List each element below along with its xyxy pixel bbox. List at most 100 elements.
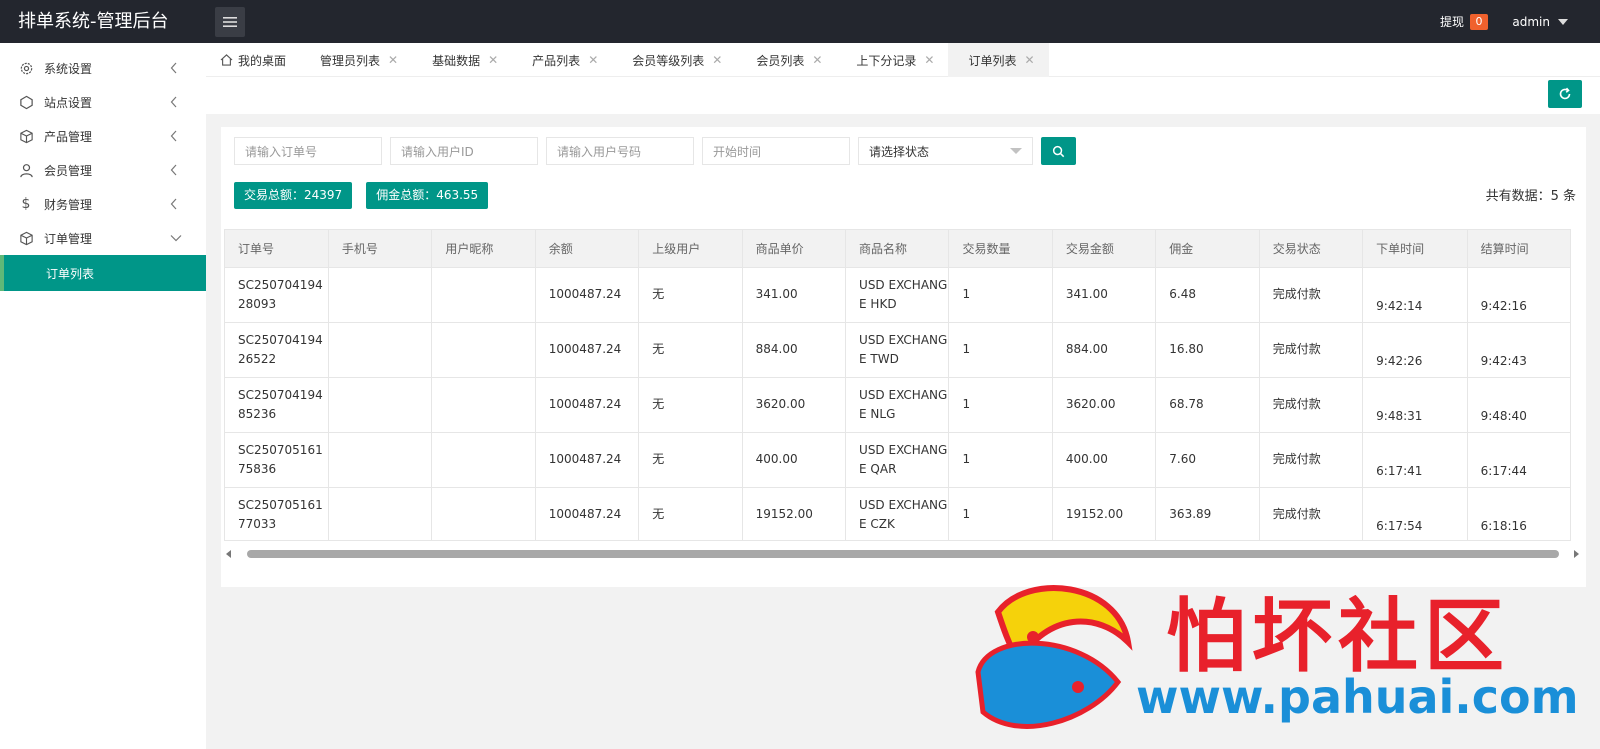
cell-amount: 341.00 [1052, 266, 1157, 322]
sidebar-item-member-management[interactable]: 会员管理 [0, 153, 206, 187]
withdraw-link[interactable]: 提现 0 [1440, 0, 1488, 43]
tab-label: 订单列表 [968, 53, 1017, 68]
table-header-row: 订单号 手机号 用户昵称 余额 上级用户 商品单价 商品名称 交易数量 交易金额… [225, 230, 1570, 267]
cell-status: 完成付款 [1259, 266, 1364, 322]
column-header: 交易数量 [948, 230, 1053, 267]
cell-parent-user: 无 [638, 321, 743, 377]
chevron-left-icon [170, 96, 177, 108]
sidebar-subitem-order-list[interactable]: 订单列表 [0, 255, 206, 291]
tab-label: 会员列表 [756, 53, 805, 68]
scrollbar-thumb[interactable] [247, 550, 1559, 558]
toolbar-row [206, 77, 1600, 114]
cell-commission: 16.80 [1155, 321, 1260, 377]
start-time-input[interactable]: 开始时间 [702, 137, 850, 165]
cell-unit-price: 341.00 [742, 266, 847, 322]
column-header: 结算时间 [1467, 230, 1570, 267]
cell-phone [328, 321, 433, 377]
column-header: 交易状态 [1259, 230, 1364, 267]
tab-member-level-list[interactable]: 会员等级列表 ✕ [612, 43, 736, 77]
cell-settle-time: 6:18:16 [1467, 486, 1570, 540]
search-button[interactable] [1041, 137, 1076, 165]
order-number-input[interactable]: 请输入订单号 [234, 137, 382, 165]
caret-down-icon [1558, 18, 1568, 25]
close-icon[interactable]: ✕ [488, 53, 498, 67]
close-icon[interactable]: ✕ [388, 53, 398, 67]
order-icon [19, 231, 33, 245]
table-row: SC25070419428093 1000487.24 无 341.00 USD… [225, 266, 1570, 322]
close-icon[interactable]: ✕ [1025, 53, 1035, 67]
column-header: 余额 [535, 230, 640, 267]
tab-product-list[interactable]: 产品列表 ✕ [512, 43, 612, 77]
refresh-button[interactable] [1548, 80, 1582, 108]
username: admin [1512, 14, 1550, 29]
tab-bar: 我的桌面 管理员列表 ✕ 基础数据 ✕ 产品列表 ✕ 会员等级列表 ✕ 会员列表… [206, 43, 1600, 77]
cell-quantity: 1 [948, 321, 1053, 377]
cell-balance: 1000487.24 [535, 431, 640, 487]
table-row: SC25070516177033 1000487.24 无 19152.00 U… [225, 486, 1570, 540]
commission-total-badge: 佣金总额：463.55 [366, 182, 489, 209]
caret-down-icon [1010, 148, 1022, 154]
cell-nickname [431, 376, 536, 432]
fish-logo-icon [975, 585, 1133, 729]
box-icon [19, 129, 33, 143]
sidebar-item-product-management[interactable]: 产品管理 [0, 119, 206, 153]
tab-label: 产品列表 [532, 53, 581, 68]
tab-balance-records[interactable]: 上下分记录 ✕ [836, 43, 948, 77]
trade-total-badge: 交易总额：24397 [234, 182, 353, 209]
close-icon[interactable]: ✕ [924, 53, 934, 67]
close-icon[interactable]: ✕ [812, 53, 822, 67]
cell-balance: 1000487.24 [535, 266, 640, 322]
home-icon [220, 54, 233, 66]
filter-bar: 请输入订单号 请输入用户ID 请输入用户号码 开始时间 请选择状态 [234, 137, 1076, 165]
chevron-left-icon [170, 164, 177, 176]
user-icon [19, 163, 33, 177]
tab-admin-list[interactable]: 管理员列表 ✕ [300, 43, 412, 77]
sidebar-item-site-settings[interactable]: 站点设置 [0, 85, 206, 119]
cell-status: 完成付款 [1259, 321, 1364, 377]
cell-balance: 1000487.24 [535, 376, 640, 432]
scroll-right-icon[interactable] [1574, 550, 1579, 558]
totals-bar: 交易总额：24397 佣金总额：463.55 [234, 182, 489, 209]
column-header: 商品名称 [845, 230, 950, 267]
tab-basic-data[interactable]: 基础数据 ✕ [412, 43, 512, 77]
sidebar-item-label: 财务管理 [44, 197, 93, 212]
column-header: 商品单价 [742, 230, 847, 267]
menu-toggle-button[interactable] [215, 7, 245, 37]
tab-my-desktop[interactable]: 我的桌面 [206, 43, 300, 77]
user-phone-input[interactable]: 请输入用户号码 [546, 137, 694, 165]
cell-order-time: 6:17:54 [1362, 486, 1468, 540]
cell-balance: 1000487.24 [535, 486, 640, 540]
cell-nickname [431, 321, 536, 377]
cell-unit-price: 400.00 [742, 431, 847, 487]
cell-order-no: SC25070516177033 [225, 486, 329, 540]
column-header: 佣金 [1155, 230, 1260, 267]
user-id-input[interactable]: 请输入用户ID [390, 137, 538, 165]
dollar-icon: $ [21, 196, 31, 212]
order-table: 订单号 手机号 用户昵称 余额 上级用户 商品单价 商品名称 交易数量 交易金额… [224, 229, 1571, 541]
close-icon[interactable]: ✕ [712, 53, 722, 67]
cell-product-name: USD EXCHANGE CZK [845, 486, 950, 540]
tab-label: 基础数据 [432, 53, 481, 68]
sidebar-item-label: 系统设置 [44, 61, 93, 76]
cell-settle-time: 6:17:44 [1467, 431, 1570, 487]
sidebar-item-system-settings[interactable]: 系统设置 [0, 51, 206, 85]
record-count: 共有数据：5 条 [1485, 189, 1576, 204]
cell-order-no: SC25070516175836 [225, 431, 329, 487]
close-icon[interactable]: ✕ [588, 53, 598, 67]
sidebar-item-finance-management[interactable]: $ 财务管理 [0, 187, 206, 221]
table-row: SC25070419426522 1000487.24 无 884.00 USD… [225, 321, 1570, 377]
cell-quantity: 1 [948, 431, 1053, 487]
status-select[interactable]: 请选择状态 [858, 137, 1033, 165]
cell-unit-price: 19152.00 [742, 486, 847, 540]
tab-label: 管理员列表 [320, 53, 381, 68]
tab-member-list[interactable]: 会员列表 ✕ [736, 43, 836, 77]
user-menu[interactable]: admin [1512, 0, 1568, 43]
sidebar-item-order-management[interactable]: 订单管理 [0, 221, 206, 255]
tab-order-list[interactable]: 订单列表 ✕ [948, 43, 1049, 77]
menu-icon [223, 17, 237, 27]
sidebar: 系统设置 站点设置 产品管理 会员管理 $ 财务管理 订单管理 订单列表 [0, 43, 206, 749]
cell-quantity: 1 [948, 486, 1053, 540]
gear-icon [20, 62, 32, 74]
horizontal-scrollbar[interactable] [224, 547, 1579, 561]
scroll-left-icon[interactable] [226, 550, 231, 558]
